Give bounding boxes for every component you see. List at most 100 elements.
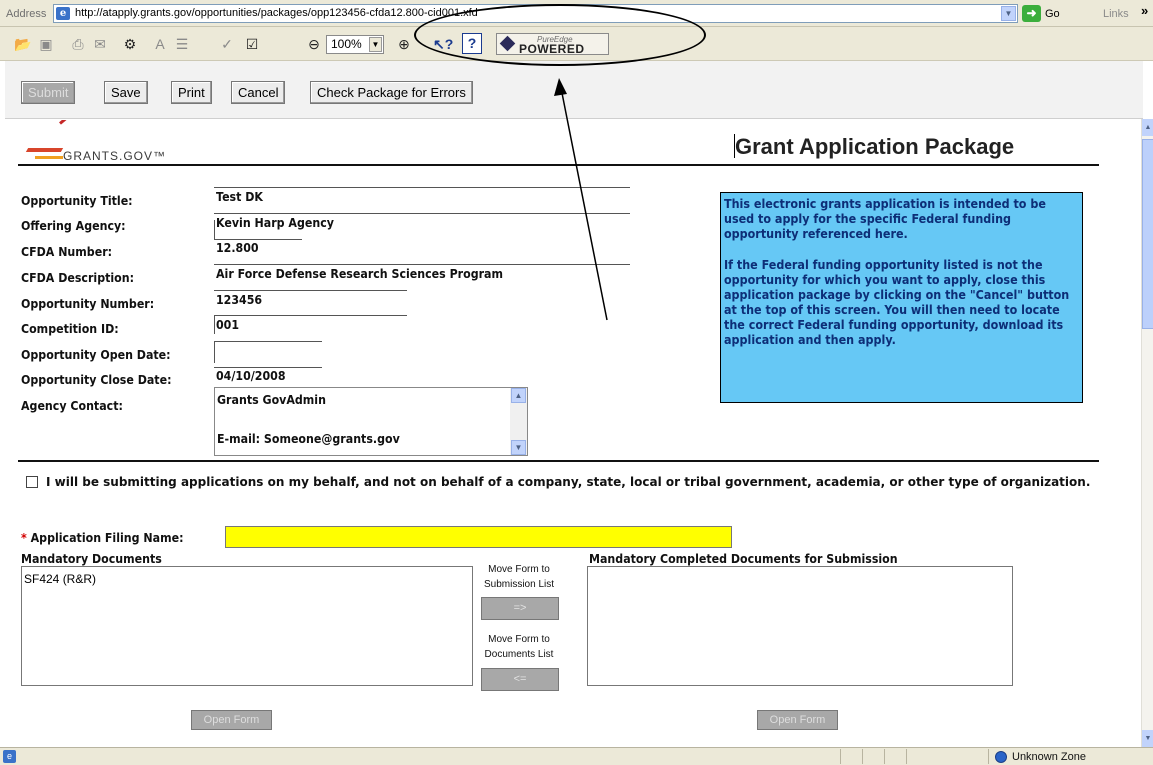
move-right-button[interactable]: => <box>481 597 559 620</box>
notice-paragraph-1: This electronic grants application is in… <box>724 197 1046 241</box>
competition-id-value: 001 <box>216 318 240 332</box>
gear-icon[interactable]: ⚙ <box>120 34 140 54</box>
opportunity-title-label: Opportunity Title: <box>21 194 133 208</box>
cfda-description-label: CFDA Description: <box>21 271 135 285</box>
completed-documents-list[interactable] <box>587 566 1013 686</box>
field-line <box>214 341 322 342</box>
mandatory-documents-list[interactable]: SF424 (R&R) <box>21 566 473 686</box>
competition-id-label: Competition ID: <box>21 322 119 336</box>
zoom-out-icon[interactable]: ⊖ <box>304 34 324 54</box>
print-icon[interactable]: ⎙ <box>68 34 88 54</box>
required-mark: * <box>21 531 27 545</box>
individual-checkbox[interactable] <box>26 476 38 488</box>
page-scrollbar[interactable]: ▲ ▼ <box>1141 119 1153 747</box>
status-separator <box>906 749 907 764</box>
annotation-oval <box>414 4 706 66</box>
status-separator <box>840 749 841 764</box>
agency-contact-email: E-mail: Someone@grants.gov <box>217 432 400 446</box>
page-status-icon: e <box>3 750 16 763</box>
form-action-bar: Submit Save Print Cancel Check Package f… <box>5 61 1143 119</box>
cfda-description-value: Air Force Defense Research Sciences Prog… <box>216 267 504 281</box>
status-separator <box>988 749 989 764</box>
submit-button[interactable]: Submit <box>21 81 76 104</box>
field-line <box>214 290 407 291</box>
logo-stripe-icon <box>25 148 64 152</box>
zoom-select[interactable]: 100% ▼ <box>326 35 384 54</box>
filing-name-label-text: Application Filing Name: <box>30 531 184 545</box>
go-button[interactable]: Go <box>1045 8 1060 20</box>
mail-icon[interactable]: ✉ <box>90 34 110 54</box>
move-left-button[interactable]: <= <box>481 668 559 691</box>
spellcheck-icon[interactable]: ✓ <box>217 34 237 54</box>
open-form-left-button[interactable]: Open Form <box>191 710 272 730</box>
field-line <box>214 367 322 368</box>
form-check-icon[interactable]: ☑ <box>242 34 262 54</box>
zoom-value: 100% <box>331 37 362 51</box>
address-url[interactable]: http://atapply.grants.gov/opportunities/… <box>75 7 478 19</box>
form-page: GRANTS.GOV™ Grant Application Package Op… <box>5 120 1141 747</box>
individual-checkbox-label: I will be submitting applications on my … <box>46 475 1091 489</box>
agency-contact-name: Grants GovAdmin <box>217 393 326 407</box>
agency-contact-textarea[interactable]: Grants GovAdmin E-mail: Someone@grants.g… <box>214 387 528 456</box>
logo-swoosh-icon <box>59 120 84 125</box>
font-icon[interactable]: A <box>150 34 170 54</box>
logo-text: GRANTS.GOV™ <box>63 149 167 163</box>
save-button[interactable]: Save <box>104 81 148 104</box>
completed-documents-label: Mandatory Completed Documents for Submis… <box>589 552 898 566</box>
field-line <box>214 264 630 265</box>
divider <box>18 164 1099 166</box>
cfda-number-label: CFDA Number: <box>21 245 113 259</box>
cfda-number-value: 12.800 <box>216 241 259 255</box>
go-arrow-icon[interactable]: ➜ <box>1022 5 1041 22</box>
scroll-up-icon[interactable]: ▲ <box>1142 119 1153 136</box>
field-line <box>214 239 302 240</box>
opportunity-number-label: Opportunity Number: <box>21 297 155 311</box>
links-more-icon[interactable]: » <box>1141 3 1148 18</box>
ie-page-icon: e <box>56 7 70 20</box>
field-line <box>214 213 630 214</box>
agency-contact-label: Agency Contact: <box>21 399 123 413</box>
instruction-notice: This electronic grants application is in… <box>720 192 1083 403</box>
opportunity-title-value: Test DK <box>216 190 263 204</box>
open-folder-icon[interactable]: 📂 <box>13 34 33 54</box>
textarea-scrollbar[interactable]: ▲ ▼ <box>510 388 527 455</box>
field-line <box>214 341 215 363</box>
opportunity-number-value: 123456 <box>216 293 263 307</box>
scroll-thumb[interactable] <box>1142 139 1153 329</box>
page-title: Grant Application Package <box>735 134 1015 159</box>
address-dropdown-icon[interactable]: ▼ <box>1001 6 1016 21</box>
links-label[interactable]: Links <box>1103 8 1129 20</box>
status-separator <box>884 749 885 764</box>
list-item[interactable]: SF424 (R&R) <box>24 572 96 586</box>
field-line <box>214 187 630 188</box>
zoom-in-icon[interactable]: ⊕ <box>394 34 414 54</box>
status-bar: e Unknown Zone <box>0 747 1153 765</box>
zoom-dropdown-icon[interactable]: ▼ <box>369 37 382 52</box>
filing-name-label: * Application Filing Name: <box>21 531 183 545</box>
print-button[interactable]: Print <box>171 81 212 104</box>
logo-stripe-icon <box>35 156 63 159</box>
format-icon[interactable]: ☰ <box>172 34 192 54</box>
save-disk-icon[interactable]: ▣ <box>36 34 56 54</box>
open-date-label: Opportunity Open Date: <box>21 348 171 362</box>
cancel-button[interactable]: Cancel <box>231 81 286 104</box>
open-form-right-button[interactable]: Open Form <box>757 710 838 730</box>
mandatory-documents-label: Mandatory Documents <box>21 552 162 566</box>
close-date-value: 04/10/2008 <box>216 369 286 383</box>
field-line <box>214 315 215 334</box>
divider <box>18 460 1099 462</box>
move-to-documents-label: Move Form to Documents List <box>484 634 554 660</box>
filing-name-input[interactable] <box>225 526 732 548</box>
scroll-up-icon[interactable]: ▲ <box>511 388 526 403</box>
security-zone-label: Unknown Zone <box>1012 751 1086 763</box>
close-date-label: Opportunity Close Date: <box>21 373 172 387</box>
scroll-down-icon[interactable]: ▼ <box>1142 730 1153 747</box>
address-label: Address <box>6 8 47 20</box>
move-to-submission-label: Move Form to Submission List <box>483 564 555 590</box>
field-line <box>214 220 215 239</box>
scroll-down-icon[interactable]: ▼ <box>511 440 526 455</box>
check-package-button[interactable]: Check Package for Errors <box>310 81 473 104</box>
field-line <box>214 315 407 316</box>
globe-icon <box>995 751 1007 763</box>
notice-paragraph-2: If the Federal funding opportunity liste… <box>724 258 1070 347</box>
